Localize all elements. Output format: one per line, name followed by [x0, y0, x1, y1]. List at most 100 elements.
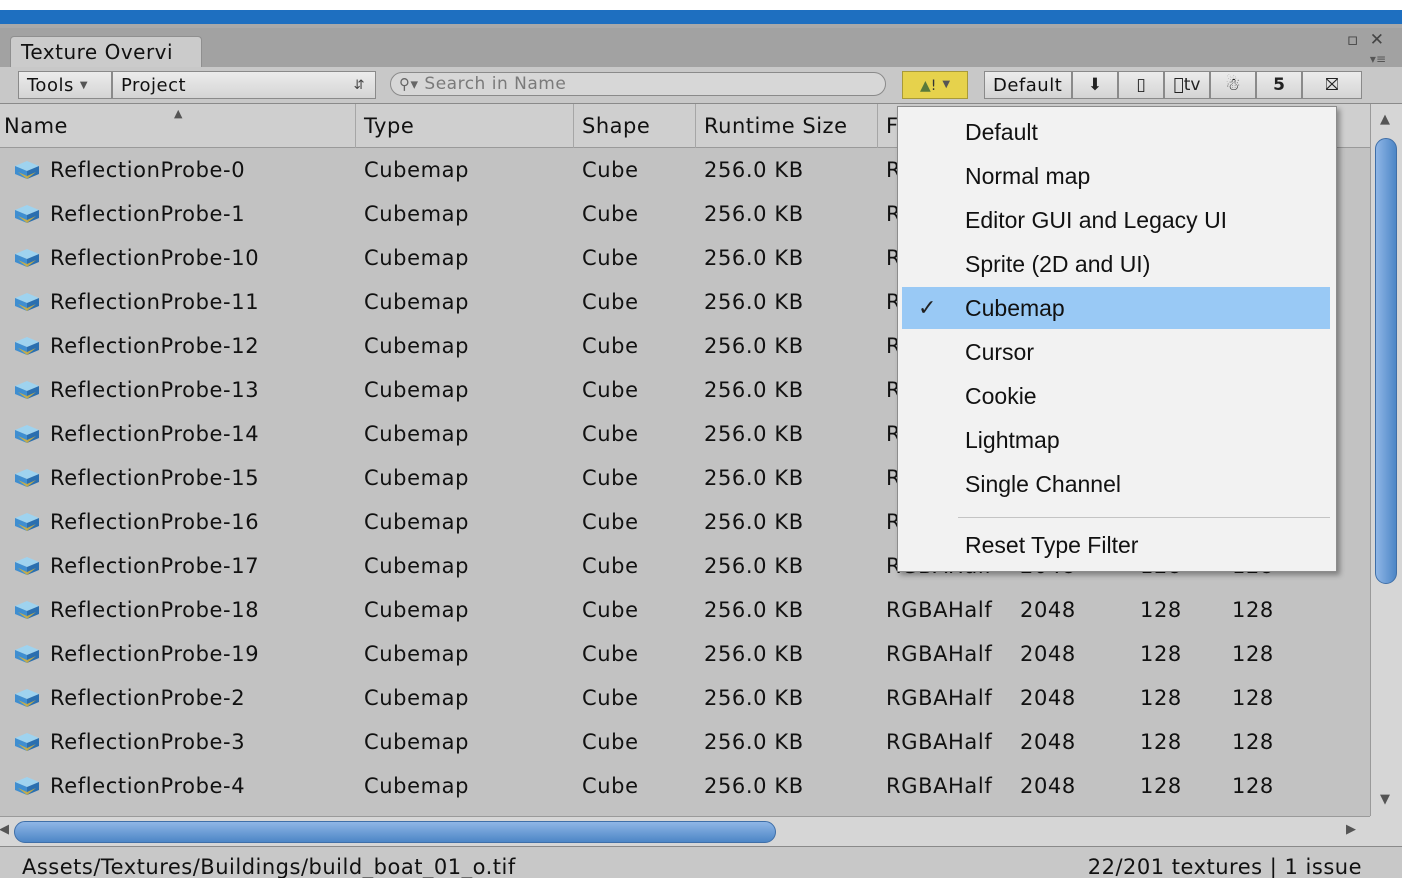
download-icon[interactable]: ⬇ [1072, 71, 1118, 99]
scroll-down-arrow-icon[interactable]: ▼ [1380, 792, 1390, 807]
column-header-type[interactable]: Type [356, 104, 574, 148]
dropdown-item-single-channel[interactable]: Single Channel [902, 463, 1330, 505]
table-row[interactable]: ReflectionProbe-2 Cubemap Cube 256.0 KB RGBA… [0, 676, 1370, 720]
cell-type: Cubemap [364, 598, 470, 622]
warning-filter-button[interactable]: ▲! ▼ [902, 71, 968, 99]
status-asset-path: Assets/Textures/Buildings/build_boat_01_… [22, 855, 516, 878]
cell-name: ReflectionProbe-3 [50, 730, 246, 754]
dropdown-item-editor-gui-and-legacy-ui[interactable]: Editor GUI and Legacy UI [902, 199, 1330, 241]
dropdown-item-cubemap[interactable]: ✓ Cubemap [902, 287, 1330, 329]
cell-runtime-size: 256.0 KB [704, 554, 804, 578]
column-name-label: Name [4, 114, 68, 138]
cell-shape: Cube [582, 686, 639, 710]
tab-texture-overview[interactable]: Texture Overvi [10, 36, 202, 67]
cell-name: ReflectionProbe-10 [50, 246, 260, 270]
column-header-shape[interactable]: Shape [574, 104, 696, 148]
mobile-phone-icon[interactable]: ▯ [1118, 71, 1164, 99]
html5-icon[interactable]: 5 [1256, 71, 1302, 99]
dropdown-item-label: Cubemap [965, 295, 1065, 321]
cell-max-size: 2048 [1020, 686, 1076, 710]
cell-type: Cubemap [364, 774, 470, 798]
dropdown-item-reset-type-filter[interactable]: Reset Type Filter [902, 524, 1330, 566]
cell-width: 128 [1140, 598, 1182, 622]
cell-name: ReflectionProbe-2 [50, 686, 246, 710]
cell-name: ReflectionProbe-13 [50, 378, 260, 402]
dropdown-item-label: Editor GUI and Legacy UI [965, 207, 1228, 233]
horizontal-scrollbar[interactable]: ◀ ▶ [0, 816, 1370, 846]
scroll-up-arrow-icon[interactable]: ▲ [1380, 112, 1390, 127]
android-icon[interactable]: ☃ [1210, 71, 1256, 99]
scroll-right-arrow-icon[interactable]: ▶ [1346, 822, 1356, 837]
cell-shape: Cube [582, 774, 639, 798]
vertical-scrollbar[interactable]: ▲ ▼ [1370, 104, 1402, 816]
status-bar: Assets/Textures/Buildings/build_boat_01_… [0, 846, 1402, 878]
cell-width: 128 [1140, 686, 1182, 710]
cell-runtime-size: 256.0 KB [704, 686, 804, 710]
table-row[interactable]: ReflectionProbe-19 Cubemap Cube 256.0 KB RGB… [0, 632, 1370, 676]
cell-name: ReflectionProbe-16 [50, 510, 260, 534]
unity-shield-icon[interactable]: ⛝ [1302, 71, 1362, 99]
tab-menu-icon[interactable]: ▾≡ [1370, 52, 1386, 66]
chevron-down-icon: ▼ [79, 80, 89, 91]
cell-height: 128 [1232, 598, 1274, 622]
cell-format: RGBAHalf [886, 730, 993, 754]
cell-runtime-size: 256.0 KB [704, 730, 804, 754]
cell-type: Cubemap [364, 290, 470, 314]
cell-type: Cubemap [364, 466, 470, 490]
dropdown-item-cookie[interactable]: Cookie [902, 375, 1330, 417]
cell-type: Cubemap [364, 730, 470, 754]
cell-height: 128 [1232, 686, 1274, 710]
tools-dropdown[interactable]: Tools ▼ [18, 71, 112, 99]
cell-name: ReflectionProbe-11 [50, 290, 260, 314]
maximize-icon[interactable]: ▫ [1347, 30, 1359, 50]
cell-format: RGBAHalf [886, 774, 993, 798]
cell-runtime-size: 256.0 KB [704, 510, 804, 534]
search-input[interactable]: ⚲▾ Search in Name [390, 72, 886, 96]
cell-shape: Cube [582, 554, 639, 578]
table-row[interactable]: ReflectionProbe-4 Cubemap Cube 256.0 KB RGBA… [0, 764, 1370, 808]
project-label: Project [121, 75, 187, 96]
cell-runtime-size: 256.0 KB [704, 246, 804, 270]
dropdown-item-default[interactable]: Default [902, 111, 1330, 153]
cell-name: ReflectionProbe-14 [50, 422, 260, 446]
cell-max-size: 2048 [1020, 642, 1076, 666]
cell-height: 128 [1232, 642, 1274, 666]
cell-max-size: 2048 [1020, 774, 1076, 798]
dropdown-item-lightmap[interactable]: Lightmap [902, 419, 1330, 461]
cell-shape: Cube [582, 422, 639, 446]
cell-name: ReflectionProbe-4 [50, 774, 246, 798]
cell-height: 128 [1232, 730, 1274, 754]
dropdown-item-label: Normal map [965, 163, 1091, 189]
table-row[interactable]: ReflectionProbe-3 Cubemap Cube 256.0 KB RGBA… [0, 720, 1370, 764]
search-icon: ⚲▾ [399, 75, 419, 93]
horizontal-scroll-thumb[interactable] [14, 821, 776, 843]
cell-type: Cubemap [364, 334, 470, 358]
cell-shape: Cube [582, 378, 639, 402]
scroll-left-arrow-icon[interactable]: ◀ [0, 822, 9, 837]
project-dropdown[interactable]: Project ⇵ [112, 71, 376, 99]
close-icon[interactable]: ✕ [1370, 30, 1384, 50]
cell-runtime-size: 256.0 KB [704, 202, 804, 226]
warning-icon: ▲ [919, 78, 931, 94]
cell-runtime-size: 256.0 KB [704, 598, 804, 622]
cell-max-size: 2048 [1020, 730, 1076, 754]
window-controls: ▫ ✕ [1341, 30, 1384, 50]
platform-default-button[interactable]: Default [984, 71, 1072, 99]
cell-runtime-size: 256.0 KB [704, 466, 804, 490]
cell-format: RGBAHalf [886, 642, 993, 666]
cell-shape: Cube [582, 334, 639, 358]
column-header-runtime-size[interactable]: Runtime Size [696, 104, 878, 148]
updown-arrows-icon: ⇵ [353, 78, 365, 93]
apple-tv-icon[interactable]: tv [1164, 71, 1210, 99]
table-row[interactable]: ReflectionProbe-18 Cubemap Cube 256.0 KB RGB… [0, 588, 1370, 632]
dropdown-item-label: Cursor [965, 339, 1035, 365]
dropdown-item-cursor[interactable]: Cursor [902, 331, 1330, 373]
vertical-scroll-thumb[interactable] [1375, 138, 1397, 584]
dropdown-item-sprite-2d-and-ui[interactable]: Sprite (2D and UI) [902, 243, 1330, 285]
tools-label: Tools [27, 75, 74, 96]
cell-shape: Cube [582, 158, 639, 182]
cell-runtime-size: 256.0 KB [704, 642, 804, 666]
dropdown-item-normal-map[interactable]: Normal map [902, 155, 1330, 197]
cell-runtime-size: 256.0 KB [704, 378, 804, 402]
cell-shape: Cube [582, 246, 639, 270]
